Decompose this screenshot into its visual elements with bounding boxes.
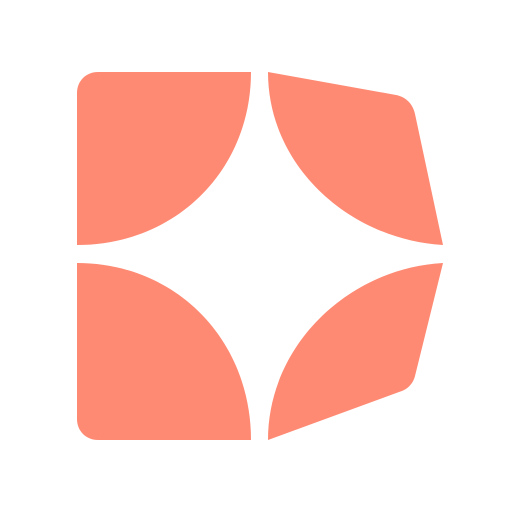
logo-canvas (0, 0, 512, 512)
four-petal-star-logo-icon (77, 72, 443, 440)
logo-quadrant-bottom-left (77, 263, 251, 440)
logo-quadrant-bottom-right (268, 263, 443, 440)
logo-quadrant-top-left (77, 72, 251, 245)
logo-quadrant-top-right (268, 72, 443, 245)
